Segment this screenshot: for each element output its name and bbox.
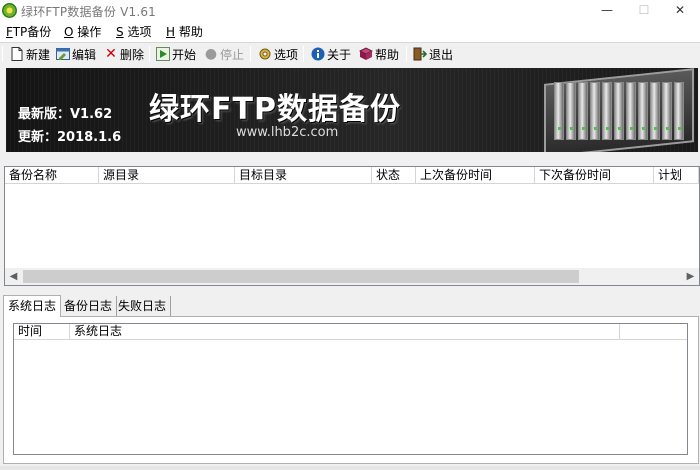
- window-title: 绿环FTP数据备份 V1.61: [21, 5, 157, 19]
- edit-button[interactable]: 编辑: [56, 45, 96, 63]
- new-button[interactable]: 新建: [10, 45, 50, 63]
- toolbar-separator: [250, 46, 251, 62]
- app-window: 绿环FTP数据备份 V1.61 — ☐ ✕ FTP备份 O 操作 S 选项 H …: [0, 0, 700, 470]
- about-button[interactable]: 关于: [311, 45, 351, 63]
- tab-failure-log[interactable]: 失败日志: [114, 296, 172, 317]
- banner-title: 绿环FTP数据备份: [149, 92, 401, 127]
- status-bar: [0, 466, 700, 470]
- scrollbar-thumb[interactable]: [23, 270, 579, 283]
- product-banner[interactable]: 最新版：V1.62 更新：2018.1.6 绿环FTP数据备份 www.lhb2…: [6, 68, 698, 152]
- tab-system-log[interactable]: 系统日志: [3, 295, 62, 317]
- scroll-left-icon[interactable]: ◀: [5, 268, 22, 285]
- exit-door-icon: [413, 47, 427, 61]
- stop-circle-icon: ●: [204, 46, 218, 62]
- toolbar-separator: [303, 46, 304, 62]
- edit-window-icon: [56, 47, 70, 61]
- server-rack-icon: [544, 68, 694, 152]
- tab-backup-log[interactable]: 备份日志: [60, 296, 118, 317]
- system-log-panel: 时间 系统日志: [3, 316, 699, 464]
- toolbar-separator: [2, 46, 3, 62]
- column-header-schedule[interactable]: 计划: [654, 167, 699, 184]
- website-link[interactable]: www.lhb2c.com: [236, 125, 338, 140]
- delete-x-icon: ✕: [105, 46, 117, 62]
- menu-ftp-backup[interactable]: FTP备份: [6, 24, 51, 40]
- column-header-system-log[interactable]: 系统日志: [70, 324, 620, 340]
- column-header-target-dir[interactable]: 目标目录: [235, 167, 372, 184]
- start-play-icon: [156, 47, 170, 61]
- start-button[interactable]: 开始: [156, 45, 196, 63]
- info-icon: [311, 47, 325, 61]
- latest-version-text: 最新版：V1.62: [18, 107, 113, 122]
- close-button[interactable]: ✕: [657, 0, 700, 22]
- help-book-icon: [359, 47, 373, 61]
- column-header-next-backup[interactable]: 下次备份时间: [535, 167, 654, 184]
- toolbar: 新建 编辑 ✕ 删除 开始 ● 停止 选项 关于 帮助 退出: [0, 42, 700, 64]
- scroll-right-icon[interactable]: ▶: [682, 268, 699, 285]
- exit-button[interactable]: 退出: [413, 45, 453, 63]
- options-button[interactable]: 选项: [258, 45, 298, 63]
- app-logo-icon: [2, 3, 17, 18]
- update-date-text: 更新：2018.1.6: [18, 130, 122, 145]
- column-header-status[interactable]: 状态: [372, 167, 416, 184]
- help-button[interactable]: 帮助: [359, 45, 399, 63]
- column-header-backup-name[interactable]: 备份名称: [5, 167, 99, 184]
- menu-options[interactable]: S 选项: [116, 24, 151, 40]
- column-header-source-dir[interactable]: 源目录: [99, 167, 235, 184]
- delete-button[interactable]: ✕ 删除: [104, 45, 144, 63]
- column-header-time[interactable]: 时间: [14, 324, 70, 340]
- toolbar-separator: [406, 46, 407, 62]
- horizontal-scrollbar[interactable]: ◀ ▶: [5, 268, 699, 285]
- column-header-last-backup[interactable]: 上次备份时间: [416, 167, 535, 184]
- new-document-icon: [10, 47, 24, 61]
- stop-button[interactable]: ● 停止: [204, 45, 244, 63]
- column-header-filler: [620, 324, 687, 340]
- menu-bar: FTP备份 O 操作 S 选项 H 帮助: [0, 22, 700, 42]
- log-tabs: 系统日志 备份日志 失败日志 时间 系统日志: [0, 295, 700, 470]
- menu-help[interactable]: H 帮助: [166, 24, 203, 40]
- toolbar-separator: [149, 46, 150, 62]
- menu-operation[interactable]: O 操作: [64, 24, 101, 40]
- title-bar[interactable]: 绿环FTP数据备份 V1.61 — ☐ ✕: [0, 0, 700, 22]
- system-log-list[interactable]: 时间 系统日志: [13, 323, 688, 455]
- options-gear-icon: [258, 47, 272, 61]
- backup-task-list[interactable]: 备份名称 源目录 目标目录 状态 上次备份时间 下次备份时间 计划 ◀ ▶: [4, 166, 700, 286]
